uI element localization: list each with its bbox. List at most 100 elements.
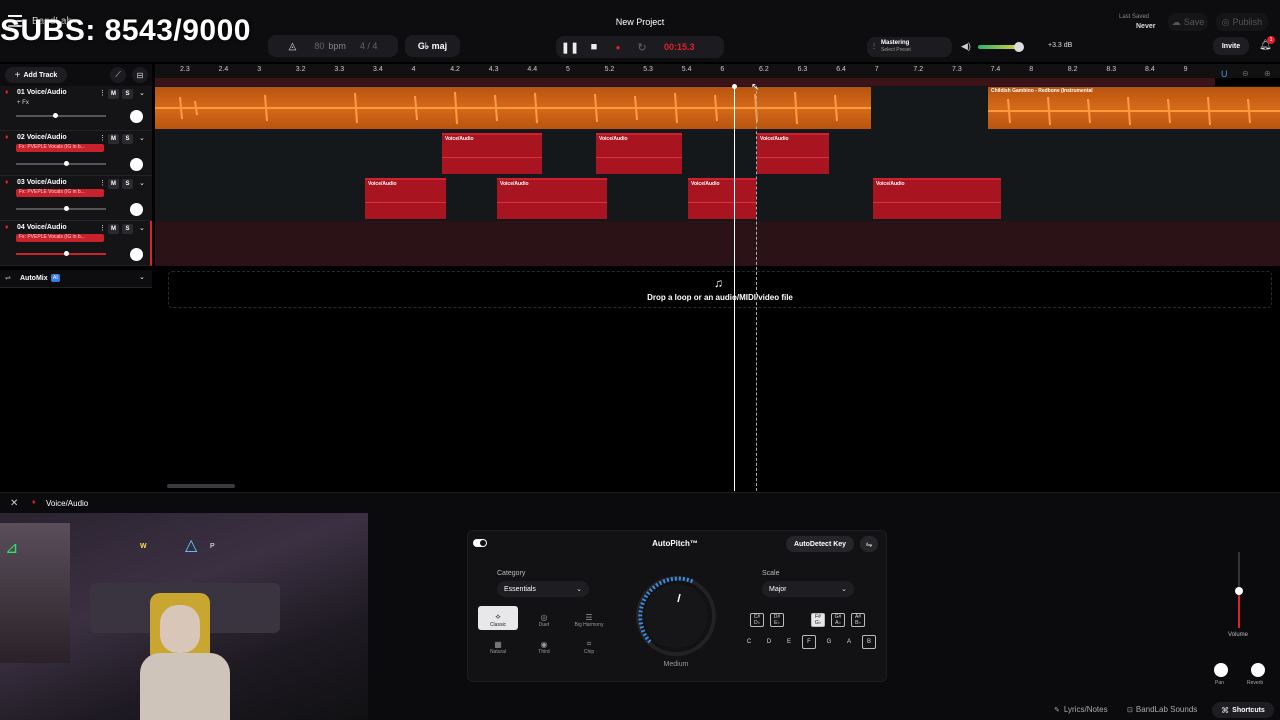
track-header-4[interactable]: ♦ 04 Voice/Audio Fx: PVEPLE Vocals (IG i… [0, 221, 152, 266]
pan-knob[interactable] [130, 110, 143, 123]
solo-button[interactable]: S [122, 89, 133, 99]
master-volume-knob[interactable] [1014, 42, 1024, 52]
solo-button[interactable]: S [122, 224, 133, 234]
stop-button[interactable]: ■ [584, 38, 604, 56]
track-name[interactable]: 04 Voice/Audio [17, 224, 67, 231]
audio-region-orange[interactable] [155, 87, 871, 129]
sharp-key-button[interactable]: F# G♭ [811, 613, 825, 627]
track-name[interactable]: 02 Voice/Audio [17, 134, 67, 141]
more-icon[interactable]: ⋮ [99, 179, 106, 187]
mute-button[interactable]: M [108, 179, 119, 189]
solo-button[interactable]: S [122, 134, 133, 144]
loop-range-bar[interactable] [155, 78, 1215, 86]
chevron-down-icon[interactable]: ⌄ [139, 134, 145, 142]
zoom-in-icon[interactable]: ⊕ [1264, 69, 1271, 78]
track-header-3[interactable]: ♦ 03 Voice/Audio Fx: PVEPLE Vocals (IG i… [0, 176, 152, 221]
pan-knob[interactable] [130, 158, 143, 171]
metronome-icon[interactable]: ◬ [289, 41, 297, 52]
audio-region[interactable]: Voice/Audio [873, 178, 1001, 219]
audio-region[interactable]: Voice/Audio [365, 178, 446, 219]
settings-sliders-icon[interactable]: ⇋ [860, 536, 878, 552]
mute-button[interactable]: M [108, 89, 119, 99]
pan-knob[interactable] [1214, 663, 1228, 677]
option-duet[interactable]: ◎ Duet [524, 606, 564, 630]
audio-region[interactable]: Voice/Audio [497, 178, 607, 219]
audio-region[interactable]: Voice/Audio [442, 133, 542, 174]
option-natural[interactable]: ▦ Natural [478, 633, 518, 657]
mute-button[interactable]: M [108, 134, 119, 144]
master-volume-slider[interactable] [978, 42, 1024, 52]
fx-plugin-tag[interactable]: Fx: PVEPLE Vocals (IG in b... [16, 144, 104, 152]
shortcuts-button[interactable]: ⌘ Shortcuts [1212, 702, 1274, 718]
more-icon[interactable]: ⋮ [99, 224, 106, 232]
natural-key-button[interactable]: G [822, 635, 836, 649]
save-button[interactable]: ☁ Save [1168, 13, 1208, 31]
fader-knob[interactable] [64, 206, 69, 211]
amount-knob[interactable] [634, 574, 718, 658]
natural-key-button[interactable]: D [762, 635, 776, 649]
option-third[interactable]: ◉ Third [524, 633, 564, 657]
record-button[interactable]: ● [608, 38, 628, 56]
effect-toggle[interactable] [473, 539, 487, 547]
bandlab-sounds-button[interactable]: ⊡ BandLab Sounds [1127, 705, 1197, 714]
speaker-icon[interactable]: ◀) [961, 41, 971, 52]
audio-region-orange-right[interactable]: Childish Gambino - Redbone (Instrumental [988, 87, 1280, 129]
track-header-2[interactable]: ♦ 02 Voice/Audio Fx: PVEPLE Vocals (IG i… [0, 131, 152, 176]
scale-select[interactable]: Major ⌄ [762, 581, 854, 597]
snap-grid-button[interactable]: ⊟ [132, 67, 148, 83]
publish-button[interactable]: ◎ Publish [1216, 13, 1268, 31]
mute-button[interactable]: M [108, 224, 119, 234]
track-volume-slider[interactable] [16, 251, 106, 256]
pan-knob[interactable] [130, 203, 143, 216]
option-chip[interactable]: ⌗ Chip [569, 633, 609, 657]
audio-region[interactable]: Voice/Audio [596, 133, 682, 174]
reverb-knob[interactable] [1251, 663, 1265, 677]
sharp-key-button[interactable]: A# B♭ [851, 613, 865, 627]
track-volume-slider[interactable] [16, 161, 106, 166]
tempo-group[interactable]: ◬ 80 bpm 4 / 4 [268, 35, 398, 57]
automation-tool-button[interactable]: ⟋ [110, 67, 126, 83]
horizontal-scrollbar[interactable] [167, 484, 235, 488]
track-lane-2[interactable] [155, 131, 1280, 176]
fader-knob[interactable] [64, 251, 69, 256]
playhead-handle[interactable] [732, 84, 737, 89]
fader-knob[interactable] [64, 161, 69, 166]
audio-region[interactable]: Voice/Audio [688, 178, 756, 219]
pan-knob[interactable] [130, 248, 143, 261]
sharp-key-button[interactable]: G# A♭ [831, 613, 845, 627]
fx-add-button[interactable]: + Fx [17, 100, 29, 106]
record-arm-icon[interactable]: ♦ [5, 89, 9, 96]
magnet-icon[interactable]: U [1221, 69, 1228, 79]
volume-slider-knob[interactable] [1235, 587, 1243, 595]
add-track-button[interactable]: + Add Track [5, 67, 67, 83]
natural-key-button[interactable]: E [782, 635, 796, 649]
track-volume-slider[interactable] [16, 206, 106, 211]
category-select[interactable]: Essentials ⌄ [497, 581, 589, 597]
bpm-value[interactable]: 80 [314, 41, 324, 51]
autodetect-key-button[interactable]: AutoDetect Key [786, 536, 854, 552]
close-icon[interactable]: ✕ [10, 498, 18, 509]
volume-slider[interactable] [1235, 552, 1243, 628]
key-button[interactable]: G♭ maj [405, 35, 460, 57]
chevron-down-icon[interactable]: ⌄ [139, 89, 145, 97]
mastering-button[interactable]: ⫶ Mastering Select Preset [867, 37, 952, 57]
natural-key-button[interactable]: A [842, 635, 856, 649]
chevron-down-icon[interactable]: ⌄ [139, 224, 145, 232]
pause-button[interactable]: ❚❚ [560, 38, 580, 56]
natural-key-button[interactable]: C [742, 635, 756, 649]
track-name[interactable]: 03 Voice/Audio [17, 179, 67, 186]
record-arm-icon[interactable]: ♦ [5, 224, 9, 231]
fader-knob[interactable] [53, 113, 58, 118]
fx-plugin-tag[interactable]: Fx: PVEPLE Vocals (IG in b... [16, 234, 104, 242]
natural-key-button[interactable]: F [802, 635, 816, 649]
project-title[interactable]: New Project [600, 17, 680, 27]
audio-region[interactable]: Voice/Audio [757, 133, 829, 174]
track-lane-4[interactable] [155, 221, 1280, 266]
track-header-1[interactable]: ♦ 01 Voice/Audio + Fx ⋮ M S ⌄ [0, 86, 152, 131]
option-big-harmony[interactable]: ☰ Big Harmony [569, 606, 609, 630]
playhead[interactable] [734, 86, 735, 491]
record-arm-icon[interactable]: ♦ [5, 179, 9, 186]
more-icon[interactable]: ⋮ [99, 134, 106, 142]
sharp-key-button[interactable]: D# E♭ [770, 613, 784, 627]
automix-row[interactable]: ⇌ AutoMix AI ⌄ [0, 270, 152, 288]
